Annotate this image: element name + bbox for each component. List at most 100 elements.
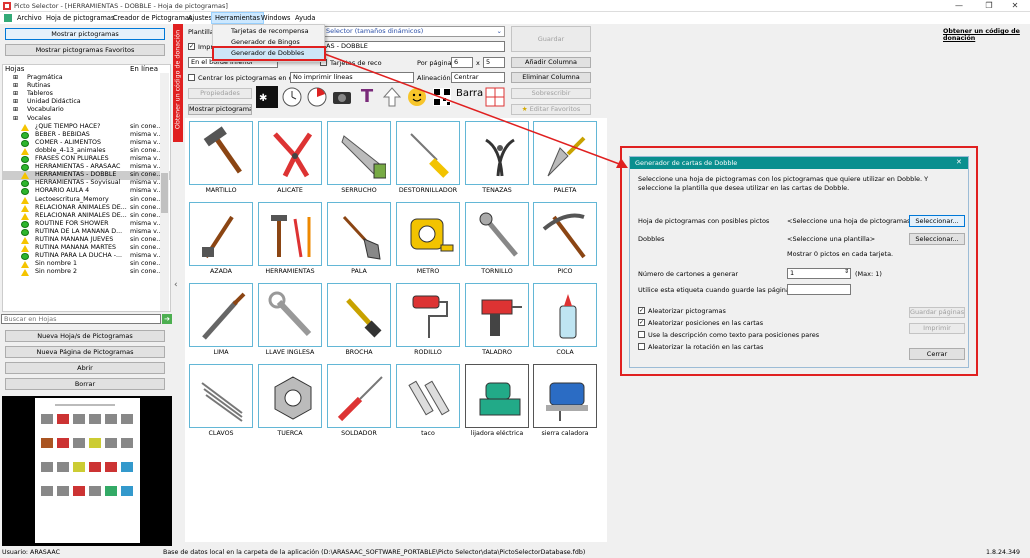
- num-cartones-input[interactable]: 1 ⇕: [787, 268, 851, 279]
- ok-status-icon: [21, 228, 29, 236]
- dialog-close-icon[interactable]: ✕: [956, 158, 962, 166]
- plantilla-select[interactable]: Selector (tamaños dinámicos) ⌄: [323, 26, 505, 37]
- show-pictos-button[interactable]: Mostrar pictogramas: [5, 28, 165, 40]
- app-menu-icon[interactable]: [4, 14, 12, 22]
- menu-creador[interactable]: Creador de Pictogramas: [110, 12, 195, 24]
- expand-icon[interactable]: ⊞: [13, 82, 18, 89]
- usar-descripcion-checkbox[interactable]: [638, 331, 645, 338]
- cerrar-button[interactable]: Cerrar: [909, 348, 965, 360]
- aleatorizar-pictos-checkbox[interactable]: ✓: [638, 307, 645, 314]
- menu-windows[interactable]: Windows: [258, 12, 293, 24]
- guardar-button[interactable]: Guardar: [511, 26, 591, 52]
- picto-label: MARTILLO: [205, 187, 237, 194]
- picto-card[interactable]: [465, 283, 529, 347]
- donation-link[interactable]: Obtener un código de donación: [943, 28, 1030, 42]
- picto-label: BROCHA: [345, 349, 373, 356]
- picto-card[interactable]: [396, 202, 460, 266]
- collapse-left-icon[interactable]: ‹: [174, 280, 178, 290]
- nut-icon: [274, 376, 312, 420]
- warning-icon: [21, 123, 29, 131]
- select-plantilla-button[interactable]: Seleccionar...: [909, 233, 965, 245]
- chk3-label: Use la descripción como texto para posic…: [648, 331, 820, 339]
- centrar-checkbox[interactable]: [188, 74, 195, 81]
- clock-icon[interactable]: [281, 86, 303, 108]
- show-favs-button[interactable]: Mostrar pictogramas Favoritos: [5, 44, 165, 56]
- imprimir-checkbox[interactable]: ✓: [188, 43, 195, 50]
- expand-icon[interactable]: ⊞: [13, 74, 18, 81]
- picto-card[interactable]: [396, 364, 460, 428]
- picto-card[interactable]: [258, 364, 322, 428]
- new-page-button[interactable]: Nueva Página de Pictogramas: [5, 346, 165, 358]
- sheets-tree[interactable]: Hojas En línea ⊞ Pragmática ⊞ Rutinas ⊞ Table…: [2, 64, 171, 312]
- roller-icon: [412, 295, 448, 338]
- mostrar-pictos-button[interactable]: Mostrar pictogramas: [188, 104, 252, 115]
- window-title: Picto Selector - [HERRAMIENTAS - DOBBLE …: [14, 2, 228, 10]
- tape-measure-icon: [410, 218, 454, 252]
- picto-card[interactable]: [258, 202, 322, 266]
- donation-banner[interactable]: Obtener un código de donación: [173, 24, 183, 142]
- picto-card[interactable]: [258, 283, 322, 347]
- picto-card[interactable]: [533, 283, 597, 347]
- spinner-icon[interactable]: ⇕: [844, 269, 849, 275]
- picto-card[interactable]: [533, 364, 597, 428]
- expand-icon[interactable]: ⊞: [13, 98, 18, 105]
- hoja-label: Hoja de pictogramas con posibles pictos: [638, 217, 770, 225]
- aleatorizar-rotacion-checkbox[interactable]: [638, 343, 645, 350]
- picto-bw-icon[interactable]: ✱: [256, 86, 278, 108]
- guardar-paginas-button[interactable]: Guardar páginas: [909, 307, 965, 318]
- picto-card[interactable]: [327, 283, 391, 347]
- picto-card[interactable]: [465, 202, 529, 266]
- chk2-label: Aleatorizar posiciones en las cartas: [648, 319, 764, 327]
- expand-icon[interactable]: ⊞: [13, 106, 18, 113]
- picto-label: TUERCA: [277, 430, 303, 437]
- expand-icon[interactable]: ⊞: [13, 90, 18, 97]
- menu-generador-bingos[interactable]: Generador de Bingos: [214, 37, 324, 48]
- warning-icon: [21, 212, 29, 220]
- picto-label: RODILLO: [414, 349, 442, 356]
- search-input[interactable]: Buscar en Hojas: [1, 314, 161, 324]
- new-sheet-button[interactable]: Nueva Hoja/s de Pictogramas: [5, 330, 165, 342]
- picto-card[interactable]: [327, 364, 391, 428]
- picto-card[interactable]: [189, 283, 253, 347]
- warning-icon: [21, 147, 29, 155]
- menu-ayuda[interactable]: Ayuda: [292, 12, 318, 24]
- select-hoja-button[interactable]: Seleccionar...: [909, 215, 965, 227]
- menu-tarjetas-recompensa[interactable]: Tarjetas de recompensa: [214, 26, 324, 37]
- ok-status-icon: [21, 220, 29, 228]
- ok-status-icon: [21, 188, 29, 196]
- annotation-arrow: [321, 52, 628, 168]
- picto-card[interactable]: [396, 283, 460, 347]
- propiedades-button[interactable]: Propiedades: [188, 88, 252, 99]
- etiqueta-input[interactable]: [787, 284, 851, 295]
- warning-icon: [21, 172, 29, 180]
- minimize-button[interactable]: —: [944, 0, 974, 12]
- imprimir-button[interactable]: Imprimir: [909, 323, 965, 334]
- tree-scroll-thumb[interactable]: [161, 173, 168, 213]
- menu-generador-dobbles[interactable]: Generador de Dobbles: [212, 46, 326, 61]
- ok-status-icon: [21, 253, 29, 261]
- picto-label: sierra caladora: [541, 430, 589, 437]
- close-button[interactable]: ✕: [1000, 0, 1030, 12]
- expand-icon[interactable]: ⊞: [13, 115, 18, 122]
- tree-scrollbar[interactable]: [160, 73, 169, 311]
- picto-card[interactable]: [327, 202, 391, 266]
- aleatorizar-posiciones-checkbox[interactable]: ✓: [638, 319, 645, 326]
- picto-card[interactable]: [258, 121, 322, 185]
- delete-button[interactable]: Borrar: [5, 378, 165, 390]
- col-hojas: Hojas: [5, 65, 25, 73]
- picto-label: TORNILLO: [481, 268, 513, 275]
- picto-card[interactable]: [189, 121, 253, 185]
- picto-label: HERRAMIENTAS: [265, 268, 315, 275]
- picto-card[interactable]: [189, 202, 253, 266]
- picto-label: SOLDADOR: [341, 430, 377, 437]
- menu-hoja[interactable]: Hoja de pictogramas: [43, 12, 117, 24]
- open-button[interactable]: Abrir: [5, 362, 165, 374]
- dialog-title: Generador de cartas de Dobble: [630, 157, 968, 169]
- tree-sheet-row[interactable]: Sin nombre 2 sin cone...: [3, 268, 170, 277]
- picto-card[interactable]: [189, 364, 253, 428]
- picto-card[interactable]: [465, 364, 529, 428]
- search-go-icon[interactable]: ➔: [162, 314, 172, 324]
- menu-archivo[interactable]: Archivo: [14, 12, 45, 24]
- picto-card[interactable]: [533, 202, 597, 266]
- menu-herramientas[interactable]: Herramientas: [211, 12, 264, 24]
